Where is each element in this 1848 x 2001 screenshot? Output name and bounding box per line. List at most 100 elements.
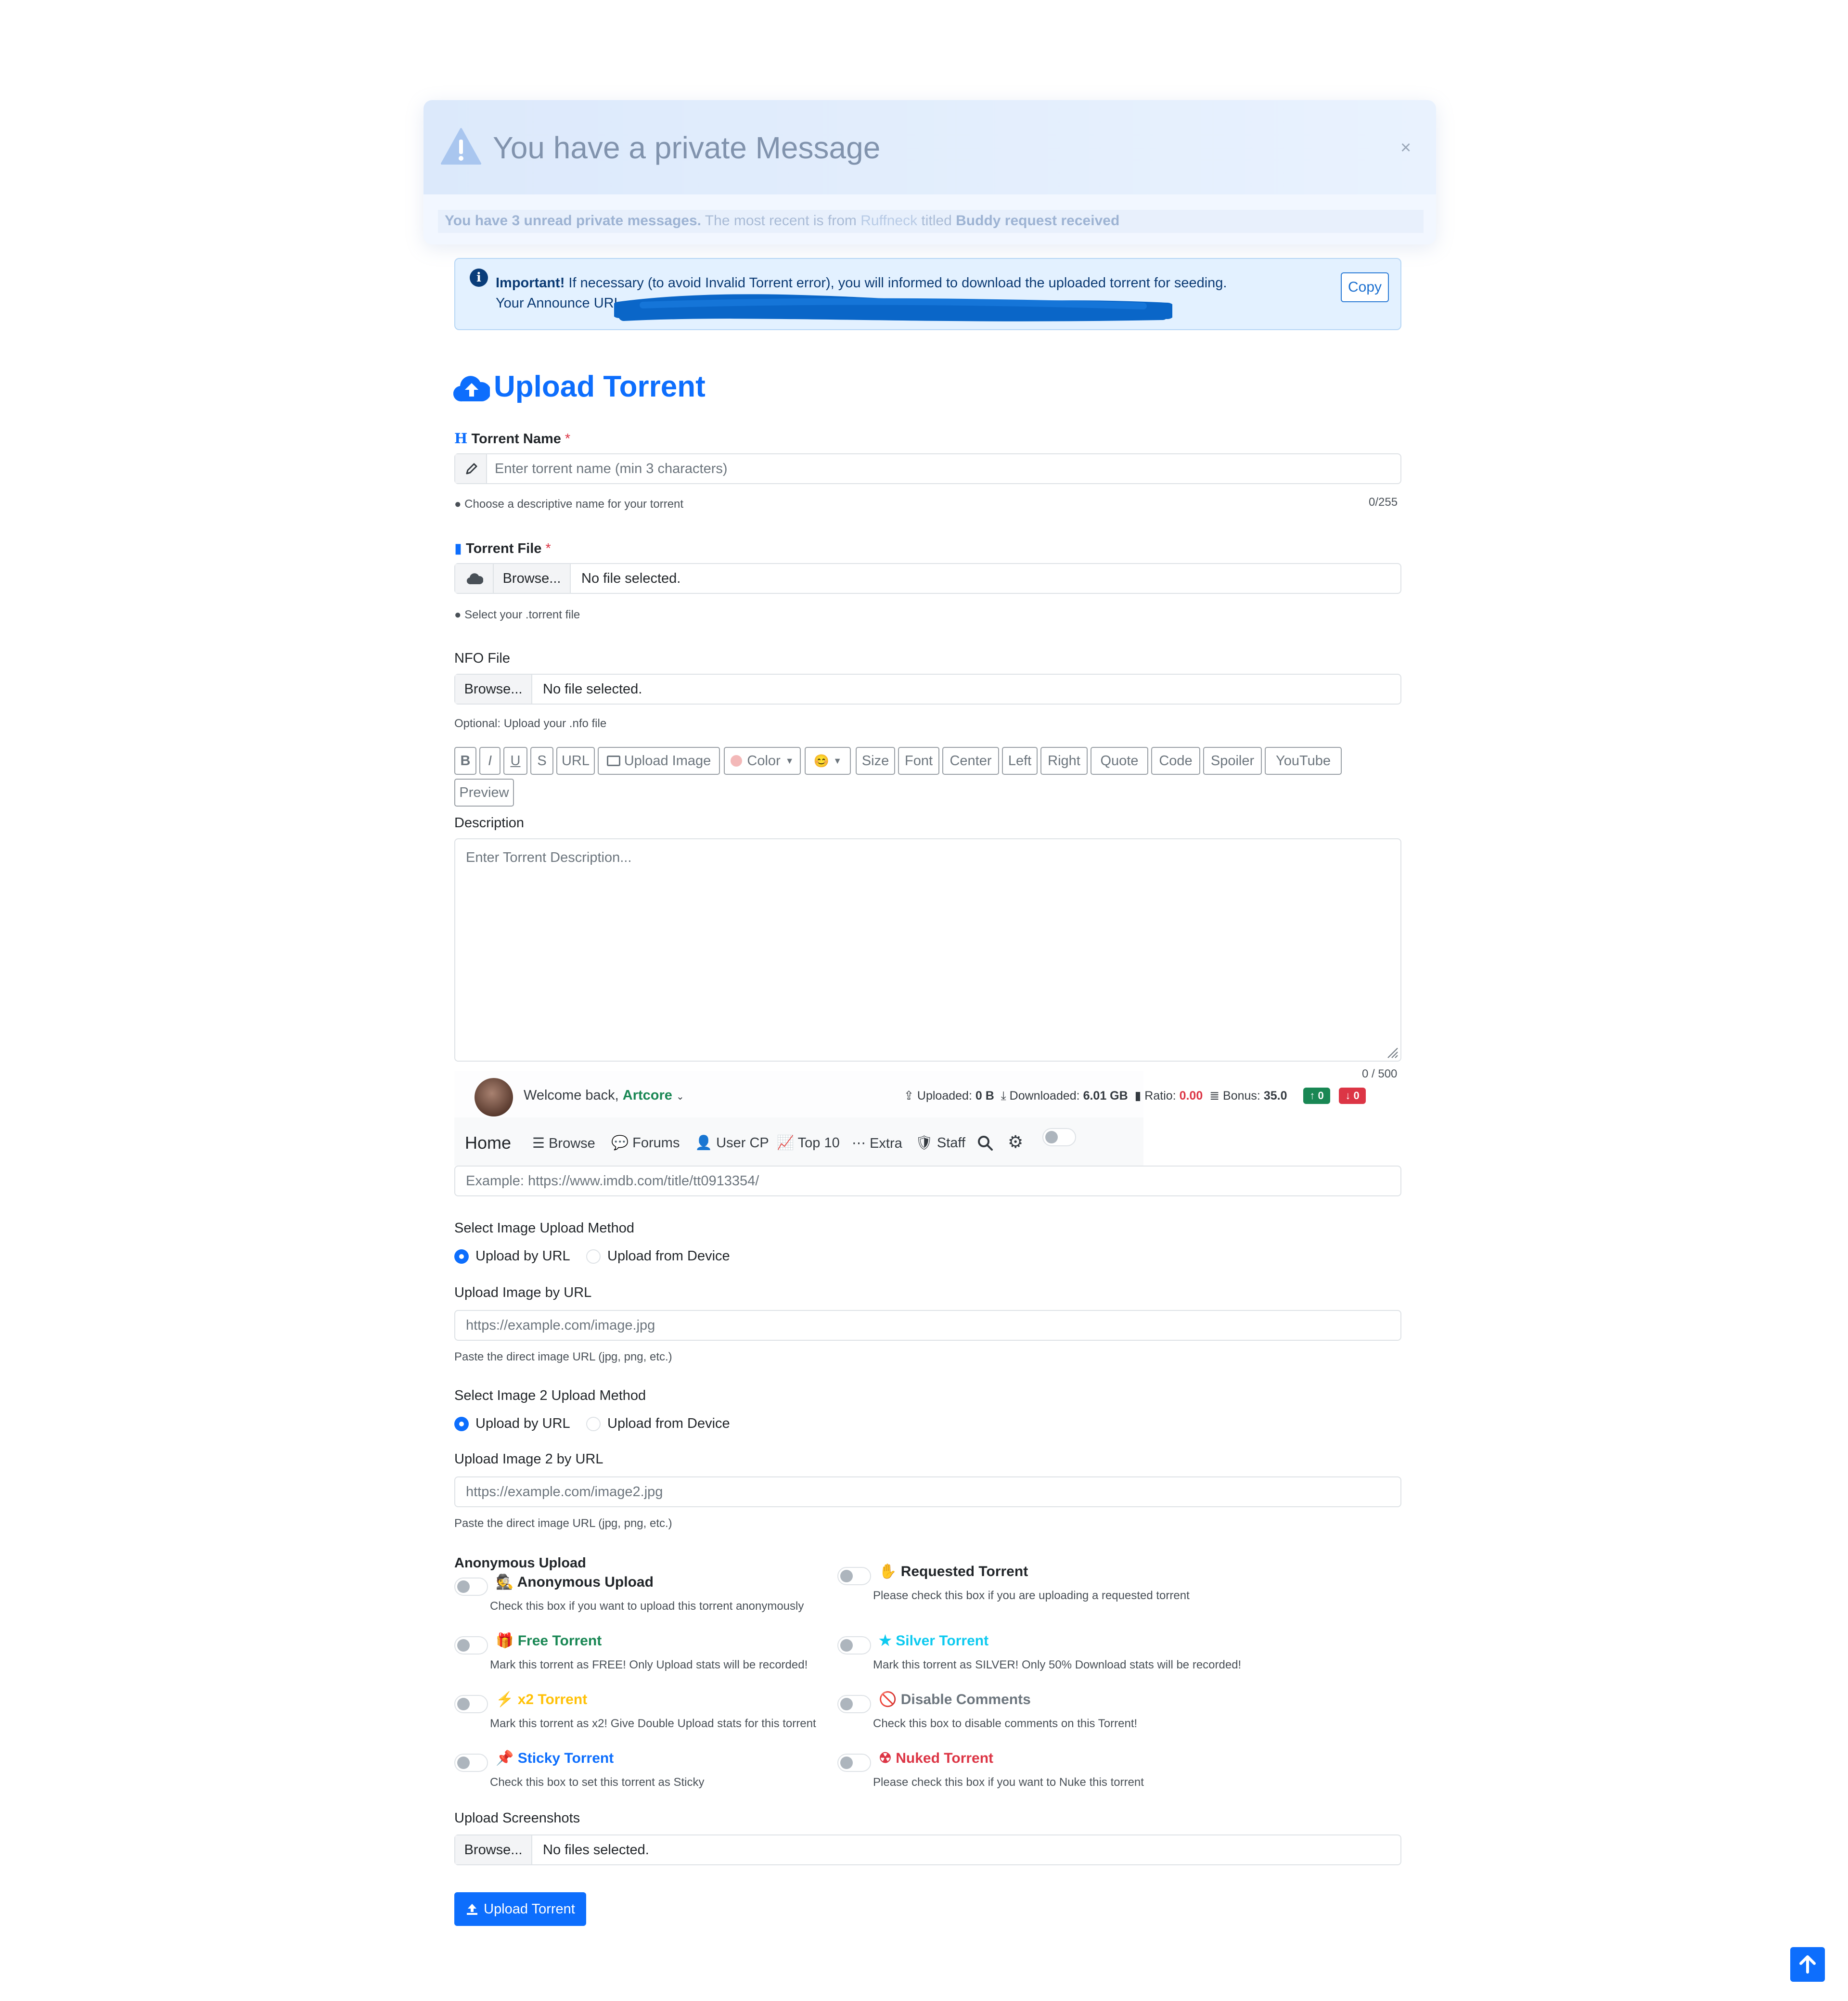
toggle-nuked[interactable] bbox=[837, 1754, 871, 1772]
image-method-label: Select Image Upload Method bbox=[454, 1220, 634, 1236]
toggle-requested[interactable] bbox=[837, 1567, 871, 1585]
arrow-down-icon: ↓ bbox=[1345, 1090, 1351, 1102]
option-requested: ✋ Requested Torrent bbox=[879, 1564, 1028, 1579]
size-button[interactable]: Size bbox=[856, 747, 895, 775]
image-url-hint: Paste the direct image URL (jpg, png, et… bbox=[454, 1350, 672, 1363]
nav-home[interactable]: Home bbox=[465, 1133, 511, 1153]
line-chart-icon: 📈 bbox=[777, 1135, 795, 1151]
coins-icon: ≣ bbox=[1209, 1089, 1220, 1103]
search-icon[interactable] bbox=[977, 1135, 993, 1151]
radio-upload-from-device[interactable] bbox=[586, 1249, 601, 1264]
radio-upload-by-url[interactable] bbox=[454, 1249, 469, 1264]
subject-link[interactable]: Buddy request received bbox=[956, 213, 1119, 229]
private-message-alert: You have a private Message × You have 3 … bbox=[424, 100, 1436, 244]
back-to-top-button[interactable] bbox=[1790, 1947, 1825, 1982]
sender-link[interactable]: Ruffneck bbox=[860, 213, 917, 229]
nfo-file-input[interactable]: Browse... No file selected. bbox=[454, 674, 1401, 705]
torrent-name-placeholder: Enter torrent name (min 3 characters) bbox=[495, 461, 728, 476]
seeding-badge[interactable]: ↑ 0 bbox=[1303, 1088, 1330, 1104]
code-button[interactable]: Code bbox=[1151, 747, 1200, 775]
description-placeholder: Enter Torrent Description... bbox=[466, 850, 632, 865]
description-counter: 0 / 500 bbox=[1362, 1067, 1398, 1080]
radiation-icon: ☢ bbox=[879, 1750, 892, 1766]
torrent-file-label: ▮ Torrent File * bbox=[454, 541, 551, 556]
nav-extra[interactable]: ⋯ Extra bbox=[852, 1135, 902, 1152]
toggle-sticky[interactable] bbox=[454, 1754, 488, 1772]
youtube-button[interactable]: YouTube bbox=[1265, 747, 1342, 775]
option-x2: ⚡ x2 Torrent bbox=[496, 1692, 588, 1707]
right-button[interactable]: Right bbox=[1040, 747, 1088, 775]
upload-image-button[interactable]: Upload Image bbox=[598, 747, 720, 775]
radio2-upload-from-device[interactable] bbox=[586, 1417, 601, 1431]
color-button[interactable]: Color ▼ bbox=[724, 747, 801, 775]
nav-browse[interactable]: ☰ Browse bbox=[532, 1135, 595, 1152]
underline-button[interactable]: U bbox=[503, 747, 527, 775]
username: Artcore bbox=[622, 1088, 672, 1103]
browse-button[interactable]: Browse... bbox=[455, 1835, 532, 1864]
font-button[interactable]: Font bbox=[898, 747, 939, 775]
nav-forums[interactable]: 💬 Forums bbox=[611, 1135, 680, 1151]
description-label: Description bbox=[454, 815, 525, 831]
screenshots-input[interactable]: Browse... No files selected. bbox=[454, 1834, 1401, 1865]
gear-icon[interactable]: ⚙ bbox=[1008, 1132, 1023, 1152]
emoji-button[interactable]: 😊 ▼ bbox=[805, 747, 851, 775]
bar-chart-icon: ▮ bbox=[1134, 1089, 1142, 1103]
torrent-name-label: H Torrent Name * bbox=[454, 430, 571, 447]
avatar[interactable] bbox=[475, 1078, 513, 1116]
radio2-label-device: Upload from Device bbox=[607, 1416, 730, 1431]
toggle-anonymous[interactable] bbox=[454, 1578, 488, 1596]
comments-icon: 💬 bbox=[611, 1135, 629, 1151]
url-button[interactable]: URL bbox=[556, 747, 595, 775]
option-x2-desc: Mark this torrent as x2! Give Double Upl… bbox=[490, 1717, 816, 1730]
italic-button[interactable]: I bbox=[479, 747, 500, 775]
info-icon: i bbox=[470, 269, 488, 287]
welcome-text[interactable]: Welcome back, Artcore ⌄ bbox=[524, 1088, 684, 1103]
bold-button[interactable]: B bbox=[454, 747, 476, 775]
resize-handle-icon[interactable] bbox=[1386, 1046, 1399, 1059]
center-button[interactable]: Center bbox=[942, 747, 999, 775]
image-url-input[interactable]: https://example.com/image.jpg bbox=[454, 1310, 1401, 1341]
torrent-file-hint: ● Select your .torrent file bbox=[454, 608, 580, 621]
warning-icon bbox=[441, 128, 481, 165]
image-url-placeholder: https://example.com/image.jpg bbox=[466, 1318, 655, 1333]
leeching-badge[interactable]: ↓ 0 bbox=[1339, 1088, 1366, 1104]
toggle-free[interactable] bbox=[454, 1636, 488, 1655]
chevron-down-icon: ⌄ bbox=[676, 1091, 684, 1102]
pencil-icon bbox=[466, 463, 477, 475]
torrent-file-input[interactable]: Browse... No file selected. bbox=[454, 563, 1401, 594]
browse-button[interactable]: Browse... bbox=[494, 564, 571, 593]
nav-user-cp[interactable]: 👤 User CP bbox=[695, 1135, 769, 1151]
char-counter: 0/255 bbox=[1369, 496, 1398, 509]
toggle-x2[interactable] bbox=[454, 1695, 488, 1713]
star-icon: ★ bbox=[879, 1633, 892, 1649]
preview-button[interactable]: Preview bbox=[454, 779, 514, 807]
image2-url-input[interactable]: https://example.com/image2.jpg bbox=[454, 1476, 1401, 1507]
nav-top10[interactable]: 📈 Top 10 bbox=[777, 1135, 840, 1151]
spoiler-button[interactable]: Spoiler bbox=[1203, 747, 1262, 775]
toggle-silver[interactable] bbox=[837, 1636, 871, 1655]
cloud-upload-icon bbox=[453, 376, 490, 402]
screenshots-label: Upload Screenshots bbox=[454, 1810, 580, 1826]
theme-toggle[interactable] bbox=[1042, 1128, 1076, 1146]
strike-button[interactable]: S bbox=[530, 747, 553, 775]
option-sticky: 📌 Sticky Torrent bbox=[496, 1750, 614, 1766]
user-icon: 👤 bbox=[695, 1135, 713, 1151]
radio-label-device: Upload from Device bbox=[607, 1248, 730, 1264]
option-anonymous: 🕵 Anonymous Upload bbox=[496, 1574, 654, 1590]
image2-url-hint: Paste the direct image URL (jpg, png, et… bbox=[454, 1517, 672, 1530]
browse-button[interactable]: Browse... bbox=[455, 675, 532, 704]
radio2-upload-by-url[interactable] bbox=[454, 1417, 469, 1431]
redaction-scribble bbox=[614, 294, 1172, 321]
close-icon[interactable]: × bbox=[1400, 138, 1411, 158]
description-textarea[interactable]: Enter Torrent Description... bbox=[454, 838, 1401, 1062]
quote-button[interactable]: Quote bbox=[1091, 747, 1148, 775]
smiley-icon: 😊 bbox=[813, 753, 830, 768]
copy-button[interactable]: Copy bbox=[1341, 272, 1389, 302]
torrent-name-input[interactable]: Enter torrent name (min 3 characters) bbox=[454, 453, 1401, 484]
imdb-url-input[interactable]: Example: https://www.imdb.com/title/tt09… bbox=[454, 1166, 1401, 1196]
upload-icon: ⇪ bbox=[904, 1089, 914, 1103]
toggle-disable-comments[interactable] bbox=[837, 1695, 871, 1713]
nav-staff[interactable]: 🛡 Staff bbox=[915, 1135, 965, 1151]
left-button[interactable]: Left bbox=[1002, 747, 1038, 775]
upload-torrent-button[interactable]: Upload Torrent bbox=[454, 1892, 586, 1926]
